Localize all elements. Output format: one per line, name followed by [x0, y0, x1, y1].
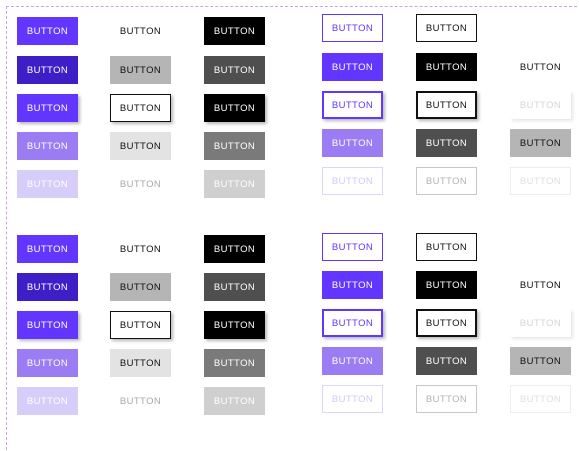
btn-g2-c4-r3[interactable]: BUTTON — [322, 309, 383, 337]
btn-g2-c2-r3[interactable]: BUTTON — [110, 311, 171, 339]
btn-g1-c6-r3[interactable]: BUTTON — [510, 91, 571, 119]
btn-g1-c5-r3[interactable]: BUTTON — [416, 91, 477, 119]
btn-g2-c4-r5[interactable]: BUTTON — [322, 385, 383, 413]
btn-g2-c6-r3[interactable]: BUTTON — [510, 309, 571, 337]
btn-g1-c4-r5[interactable]: BUTTON — [322, 167, 383, 195]
btn-g1-c2-r5[interactable]: BUTTON — [110, 170, 171, 198]
btn-g2-c1-r3[interactable]: BUTTON — [17, 311, 78, 339]
btn-g1-c4-r3[interactable]: BUTTON — [322, 91, 383, 119]
btn-g1-c3-r3[interactable]: BUTTON — [204, 94, 265, 122]
btn-g2-c3-r2[interactable]: BUTTON — [204, 273, 265, 301]
btn-g1-c2-r4[interactable]: BUTTON — [110, 132, 171, 160]
btn-g2-c5-r2[interactable]: BUTTON — [416, 271, 477, 299]
btn-g2-c2-r2[interactable]: BUTTON — [110, 273, 171, 301]
btn-g2-c3-r1[interactable]: BUTTON — [204, 235, 265, 263]
btn-g2-c1-r2[interactable]: BUTTON — [17, 273, 78, 301]
btn-g2-c5-r5[interactable]: BUTTON — [416, 385, 477, 413]
btn-g1-c1-r4[interactable]: BUTTON — [17, 132, 78, 160]
btn-g1-c6-r4[interactable]: BUTTON — [510, 129, 571, 157]
btn-g1-c3-r5[interactable]: BUTTON — [204, 170, 265, 198]
btn-g1-c5-r5[interactable]: BUTTON — [416, 167, 477, 195]
btn-g2-c2-r5[interactable]: BUTTON — [110, 387, 171, 415]
btn-g1-c6-r2[interactable]: BUTTON — [510, 53, 571, 81]
btn-g1-c2-r2[interactable]: BUTTON — [110, 56, 171, 84]
btn-g2-c2-r1[interactable]: BUTTON — [110, 235, 171, 263]
btn-g2-c4-r2[interactable]: BUTTON — [322, 271, 383, 299]
btn-g1-c3-r2[interactable]: BUTTON — [204, 56, 265, 84]
btn-g1-c5-r4[interactable]: BUTTON — [416, 129, 477, 157]
btn-g1-c1-r3[interactable]: BUTTON — [17, 94, 78, 122]
btn-g2-c3-r5[interactable]: BUTTON — [204, 387, 265, 415]
btn-g2-c1-r5[interactable]: BUTTON — [17, 387, 78, 415]
btn-g2-c1-r1[interactable]: BUTTON — [17, 235, 78, 263]
btn-g1-c1-r1[interactable]: BUTTON — [17, 17, 78, 45]
btn-g1-c5-r2[interactable]: BUTTON — [416, 53, 477, 81]
btn-g2-c3-r4[interactable]: BUTTON — [204, 349, 265, 377]
btn-g2-c2-r4[interactable]: BUTTON — [110, 349, 171, 377]
btn-g2-c1-r4[interactable]: BUTTON — [17, 349, 78, 377]
btn-g2-c6-r2[interactable]: BUTTON — [510, 271, 571, 299]
btn-g1-c4-r4[interactable]: BUTTON — [322, 129, 383, 157]
button-states-canvas: BUTTON BUTTON BUTTON BUTTON BUTTON BUTTON BUTT… — [0, 0, 579, 451]
btn-g1-c2-r1[interactable]: BUTTON — [110, 17, 171, 45]
btn-g2-c6-r5[interactable]: BUTTON — [510, 385, 571, 413]
btn-g1-c3-r1[interactable]: BUTTON — [204, 17, 265, 45]
btn-g2-c5-r4[interactable]: BUTTON — [416, 347, 477, 375]
btn-g1-c4-r1[interactable]: BUTTON — [322, 14, 383, 42]
btn-g2-c5-r1[interactable]: BUTTON — [416, 233, 477, 261]
btn-g1-c1-r2[interactable]: BUTTON — [17, 56, 78, 84]
btn-g2-c4-r4[interactable]: BUTTON — [322, 347, 383, 375]
btn-g2-c3-r3[interactable]: BUTTON — [204, 311, 265, 339]
btn-g1-c5-r1[interactable]: BUTTON — [416, 14, 477, 42]
btn-g1-c3-r4[interactable]: BUTTON — [204, 132, 265, 160]
btn-g2-c5-r3[interactable]: BUTTON — [416, 309, 477, 337]
btn-g2-c4-r1[interactable]: BUTTON — [322, 233, 383, 261]
btn-g1-c6-r5[interactable]: BUTTON — [510, 167, 571, 195]
btn-g2-c6-r4[interactable]: BUTTON — [510, 347, 571, 375]
btn-g1-c2-r3[interactable]: BUTTON — [110, 94, 171, 122]
btn-g1-c4-r2[interactable]: BUTTON — [322, 53, 383, 81]
frame-guide-top — [6, 6, 577, 7]
btn-g1-c1-r5[interactable]: BUTTON — [17, 170, 78, 198]
frame-guide-left — [6, 6, 7, 450]
